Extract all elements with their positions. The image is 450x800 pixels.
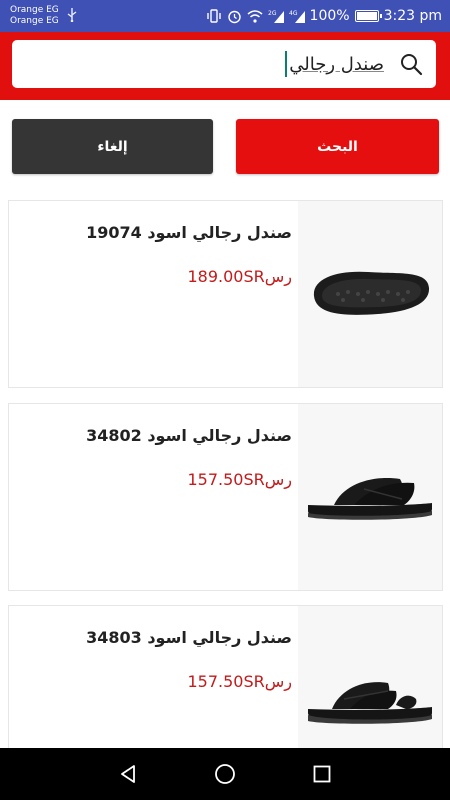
- product-price: 189.00SRرس: [187, 267, 292, 286]
- product-title[interactable]: صندل رجالي اسود 34803: [86, 628, 292, 647]
- search-input-value[interactable]: صندل رجالي: [289, 54, 398, 75]
- carrier-1: Orange EG: [10, 5, 59, 15]
- battery-fill: [356, 12, 377, 20]
- clock: 3:23 pm: [383, 8, 442, 24]
- carrier-names: Orange EG Orange EG: [10, 5, 59, 27]
- product-title[interactable]: صندل رجالي اسود 19074: [86, 223, 292, 242]
- wifi-icon: [247, 9, 263, 23]
- battery-percent: 100%: [309, 8, 350, 24]
- search-button[interactable]: البحث: [236, 119, 439, 174]
- product-card[interactable]: صندل رجالي اسود 34802 157.50SRرس: [8, 403, 443, 591]
- black-toe-loop-sandal-image: [308, 682, 432, 724]
- black-sandal-sole-image: [313, 271, 430, 315]
- product-card[interactable]: صندل رجالي اسود 19074 189.00SRرس: [8, 200, 443, 388]
- battery-icon: [354, 10, 382, 22]
- status-icons: 2G 4G 100% 3:23 pm: [206, 8, 442, 24]
- product-price: 157.50SRرس: [187, 672, 292, 691]
- vibrate-icon: [206, 9, 222, 23]
- black-cross-strap-slide-image: [308, 478, 432, 520]
- home-icon[interactable]: [205, 754, 245, 794]
- network-type-1: 2G: [268, 10, 277, 17]
- product-image[interactable]: [298, 201, 442, 387]
- status-bar: Orange EG Orange EG 2G 4G 100% 3:23 pm: [0, 0, 450, 32]
- carrier-2: Orange EG: [10, 16, 59, 26]
- product-title[interactable]: صندل رجالي اسود 34802: [86, 426, 292, 445]
- back-icon[interactable]: [108, 754, 148, 794]
- signal-1-icon: 2G: [268, 9, 284, 23]
- signal-2-icon: 4G: [289, 9, 305, 23]
- alarm-icon: [227, 9, 242, 24]
- network-type-2: 4G: [289, 10, 298, 17]
- recents-icon[interactable]: [302, 754, 342, 794]
- product-image[interactable]: [298, 404, 442, 590]
- usb-icon: [67, 7, 77, 25]
- search-input[interactable]: صندل رجالي: [24, 51, 398, 77]
- search-icon[interactable]: [398, 51, 424, 77]
- search-header: صندل رجالي: [0, 32, 450, 100]
- product-price: 157.50SRرس: [187, 470, 292, 489]
- text-cursor: [285, 51, 288, 77]
- navigation-bar: [0, 748, 450, 800]
- search-box[interactable]: صندل رجالي: [12, 40, 436, 88]
- cancel-button[interactable]: إلغاء: [12, 119, 213, 174]
